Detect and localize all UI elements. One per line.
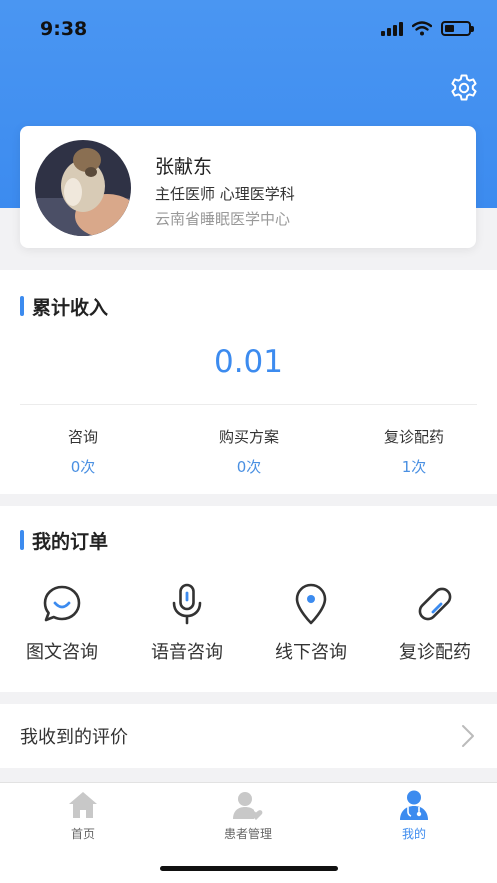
stat-revisit-prescription[interactable]: 复诊配药 1次 bbox=[344, 426, 484, 477]
stat-label: 咨询 bbox=[67, 428, 98, 446]
review-label: 我收到的评价 bbox=[20, 727, 128, 748]
income-section: 累计收入 0.01 咨询 0次 购买方案 0次 复诊配药 1次 bbox=[0, 270, 497, 494]
orders-title-text: 我的订单 bbox=[32, 530, 109, 553]
income-amount: 0.01 bbox=[213, 344, 284, 380]
doctor-icon bbox=[400, 790, 428, 820]
stat-value: 0次 bbox=[236, 458, 262, 476]
order-label: 复诊配药 bbox=[399, 642, 471, 663]
review-row[interactable]: 我收到的评价 bbox=[0, 704, 497, 768]
income-title-text: 累计收入 bbox=[32, 296, 109, 319]
status-bar: 9:38 bbox=[0, 0, 497, 60]
gear-icon bbox=[451, 74, 477, 101]
battery-icon bbox=[441, 20, 474, 36]
chevron-right-icon bbox=[462, 725, 474, 747]
order-text-consult[interactable]: 图文咨询 bbox=[7, 582, 117, 664]
doctor-hospital: 云南省睡眠医学中心 bbox=[155, 210, 291, 228]
pill-icon bbox=[418, 587, 452, 621]
tab-label: 首页 bbox=[70, 827, 95, 841]
microphone-icon bbox=[172, 583, 202, 625]
status-time: 9:38 bbox=[40, 18, 88, 40]
order-revisit-prescription[interactable]: 复诊配药 bbox=[380, 582, 490, 664]
patient-icon bbox=[233, 792, 263, 820]
order-label: 线下咨询 bbox=[275, 642, 347, 663]
doctor-name: 张献东 bbox=[155, 156, 213, 178]
order-label: 图文咨询 bbox=[26, 642, 98, 663]
stat-value: 0次 bbox=[70, 458, 96, 476]
stat-value: 1次 bbox=[401, 458, 427, 476]
cellular-signal-icon bbox=[381, 20, 403, 36]
status-icons bbox=[381, 20, 474, 36]
tab-patient-management[interactable]: 患者管理 bbox=[198, 789, 298, 842]
chat-bubble-icon bbox=[43, 585, 81, 622]
home-icon bbox=[69, 792, 97, 818]
title-accent-bar bbox=[20, 530, 24, 550]
doctor-title: 主任医师 心理医学科 bbox=[155, 185, 295, 203]
tab-label: 我的 bbox=[401, 827, 426, 841]
stat-consult[interactable]: 咨询 0次 bbox=[13, 426, 153, 477]
divider bbox=[20, 404, 477, 405]
wifi-icon bbox=[412, 20, 432, 35]
settings-button[interactable] bbox=[448, 72, 480, 104]
orders-section-title: 我的订单 bbox=[20, 528, 109, 553]
stat-label: 复诊配药 bbox=[383, 428, 444, 446]
stat-label: 购买方案 bbox=[218, 428, 279, 446]
avatar[interactable] bbox=[35, 140, 131, 236]
location-pin-icon bbox=[295, 583, 327, 625]
income-section-title: 累计收入 bbox=[20, 294, 109, 319]
order-voice-consult[interactable]: 语音咨询 bbox=[132, 582, 242, 664]
tab-label: 患者管理 bbox=[223, 827, 272, 841]
home-indicator bbox=[160, 866, 338, 871]
tab-mine[interactable]: 我的 bbox=[364, 789, 464, 842]
order-offline-consult[interactable]: 线下咨询 bbox=[256, 582, 366, 664]
stat-purchase-plan[interactable]: 购买方案 0次 bbox=[179, 426, 319, 477]
order-label: 语音咨询 bbox=[151, 642, 223, 663]
tab-home[interactable]: 首页 bbox=[33, 789, 133, 842]
orders-section: 我的订单 图文咨询 语音咨询 线下咨询 复诊配药 bbox=[0, 506, 497, 692]
title-accent-bar bbox=[20, 296, 24, 316]
profile-card[interactable]: 张献东 主任医师 心理医学科 云南省睡眠医学中心 bbox=[20, 126, 476, 248]
